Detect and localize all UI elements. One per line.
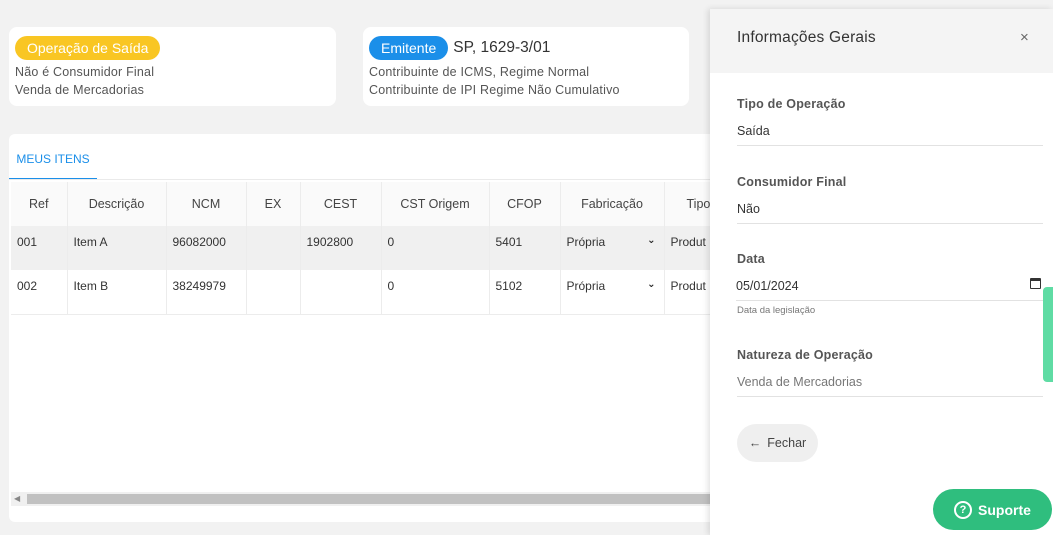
fabricacao-select[interactable]: Própria ⌄	[560, 270, 665, 315]
col-ref[interactable]: Ref	[11, 182, 68, 226]
table-row[interactable]: 001 Item A 96082000 1902800 0 5401 Própr…	[11, 226, 724, 270]
issuer-badge[interactable]: Emitente	[369, 35, 449, 60]
natureza-operacao-input[interactable]: Venda de Mercadorias	[737, 375, 1043, 397]
support-button[interactable]: ? Suporte	[933, 489, 1052, 530]
arrow-left-icon: ←	[748, 436, 762, 450]
calendar-icon[interactable]	[1030, 278, 1041, 289]
scroll-left-icon[interactable]: ◀	[14, 492, 20, 506]
fechar-button[interactable]: ← Fechar	[737, 424, 818, 462]
fabricacao-value: Própria	[566, 279, 606, 293]
col-ex[interactable]: EX	[246, 182, 301, 226]
operation-card: Operação de Saída Não é Consumidor Final…	[9, 27, 336, 106]
help-icon: ?	[954, 500, 973, 519]
cell-cest	[300, 270, 382, 315]
cell-ex	[246, 270, 301, 315]
tab-meus-itens[interactable]: MEUS ITENS	[9, 134, 97, 180]
cell-cst-origem: 0	[381, 270, 490, 315]
fabricacao-select[interactable]: Própria ⌄	[560, 226, 665, 270]
cell-ref: 001	[11, 226, 68, 270]
field-data: Data 05/01/2024 Data da legislação	[736, 252, 1043, 316]
fechar-label: Fechar	[767, 436, 807, 450]
support-label: Suporte	[978, 501, 1031, 518]
consumidor-final-label: Consumidor Final	[737, 175, 847, 189]
col-descricao[interactable]: Descrição	[67, 182, 167, 226]
issuer-code: SP, 1629-3/01	[453, 38, 551, 56]
operation-badge[interactable]: Operação de Saída	[15, 35, 161, 60]
cell-cst-origem: 0	[381, 226, 490, 270]
cell-cfop: 5102	[489, 270, 561, 315]
items-panel: MEUS ITENS Ref Descrição NCM EX CEST CST…	[9, 134, 769, 522]
issuer-line-1: Contribuinte de ICMS, Regime Normal	[369, 65, 590, 79]
operation-line-1: Não é Consumidor Final	[15, 65, 155, 79]
table-row[interactable]: 002 Item B 38249979 0 5102 Própria ⌄ Prod…	[11, 270, 724, 315]
field-consumidor-final: Consumidor Final Não	[737, 175, 1043, 224]
cell-ex	[246, 226, 301, 270]
horizontal-scrollbar[interactable]: ◀	[11, 492, 769, 506]
side-handle-tab[interactable]	[1043, 287, 1053, 382]
issuer-card: Emitente SP, 1629-3/01 Contribuinte de I…	[363, 27, 689, 106]
chevron-down-icon: ⌄	[647, 235, 656, 246]
consumidor-final-input[interactable]: Não	[737, 202, 1043, 224]
data-input[interactable]: 05/01/2024	[736, 278, 1043, 301]
natureza-operacao-label: Natureza de Operação	[737, 348, 873, 362]
fabricacao-value: Própria	[566, 235, 606, 249]
scrollbar-thumb[interactable]	[27, 494, 767, 504]
issuer-line-2: Contribuinte de IPI Regime Não Cumulativ…	[369, 83, 620, 97]
col-cfop[interactable]: CFOP	[489, 182, 561, 226]
general-info-drawer: Informações Gerais × Tipo de Operação Sa…	[710, 9, 1053, 535]
data-label: Data	[737, 252, 765, 266]
col-fabricacao[interactable]: Fabricação	[560, 182, 665, 226]
col-cest[interactable]: CEST	[300, 182, 382, 226]
chevron-down-icon: ⌄	[647, 279, 656, 290]
drawer-header: Informações Gerais ×	[710, 9, 1053, 73]
field-tipo-operacao: Tipo de Operação Saída	[737, 97, 1043, 146]
col-ncm[interactable]: NCM	[166, 182, 247, 226]
cell-descricao: Item A	[67, 226, 167, 270]
cell-ncm: 38249979	[166, 270, 247, 315]
cell-ref: 002	[11, 270, 68, 315]
tipo-operacao-label: Tipo de Operação	[737, 97, 846, 111]
table-header-row: Ref Descrição NCM EX CEST CST Origem CFO…	[11, 182, 724, 226]
col-cst-origem[interactable]: CST Origem	[381, 182, 490, 226]
tipo-operacao-input[interactable]: Saída	[737, 124, 1043, 146]
cell-ncm: 96082000	[166, 226, 247, 270]
tab-divider	[9, 179, 769, 180]
cell-descricao: Item B	[67, 270, 167, 315]
close-icon[interactable]: ×	[1020, 29, 1029, 46]
drawer-title: Informações Gerais	[737, 29, 876, 46]
cell-cest: 1902800	[300, 226, 382, 270]
cell-cfop: 5401	[489, 226, 561, 270]
data-value: 05/01/2024	[736, 279, 799, 293]
items-table: Ref Descrição NCM EX CEST CST Origem CFO…	[11, 182, 724, 315]
data-hint: Data da legislação	[737, 305, 816, 316]
operation-line-2: Venda de Mercadorias	[15, 83, 145, 97]
field-natureza-operacao: Natureza de Operação Venda de Mercadoria…	[737, 348, 1043, 397]
